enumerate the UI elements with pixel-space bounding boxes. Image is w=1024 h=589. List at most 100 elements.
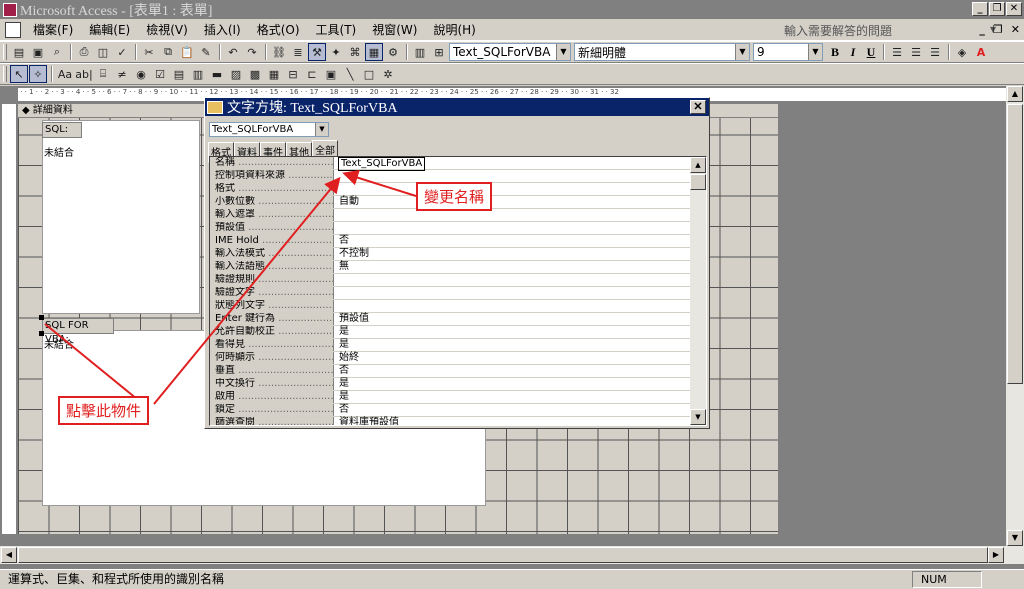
chevron-down-icon[interactable]: ▼ — [808, 44, 822, 60]
rectangle-tool-icon[interactable]: □ — [360, 65, 378, 83]
command-button-icon[interactable]: ▬ — [208, 65, 226, 83]
property-row[interactable]: 輸入法語態無 — [210, 261, 690, 274]
checkbox-tool-icon[interactable]: ☑ — [151, 65, 169, 83]
mdi-minimize-button[interactable]: _ — [979, 23, 985, 36]
property-value[interactable]: 自動 — [336, 196, 359, 208]
menu-help[interactable]: 說明(H) — [425, 21, 483, 38]
property-value[interactable]: 是 — [336, 326, 349, 338]
property-row[interactable]: 允許自動校正是 — [210, 326, 690, 339]
vertical-ruler[interactable] — [2, 104, 16, 534]
property-value[interactable]: 是 — [336, 391, 349, 403]
copy-icon[interactable]: ⧉ — [159, 43, 177, 61]
property-value[interactable]: 否 — [336, 365, 349, 377]
spelling-icon[interactable]: ✓ — [113, 43, 131, 61]
font-name-combo[interactable]: 新細明體 ▼ — [574, 43, 750, 61]
property-sheet-title-bar[interactable]: 文字方塊: Text_SQLForVBA ✕ — [205, 98, 709, 116]
property-value[interactable]: 始終 — [336, 352, 359, 364]
chevron-down-icon[interactable]: ▼ — [315, 123, 328, 136]
more-controls-icon[interactable]: ✲ — [379, 65, 397, 83]
undo-icon[interactable]: ↶ — [224, 43, 242, 61]
chevron-down-icon[interactable]: ▼ — [735, 44, 749, 60]
align-center-icon[interactable]: ☰ — [907, 43, 925, 61]
menu-file[interactable]: 檔案(F) — [25, 21, 81, 38]
access-app-icon[interactable] — [3, 2, 17, 17]
scroll-down-icon[interactable]: ▼ — [1007, 530, 1023, 546]
mdi-close-button[interactable]: ✕ — [1011, 23, 1020, 36]
chevron-down-icon[interactable]: ▼ — [556, 44, 570, 60]
close-button[interactable]: ✕ — [1006, 2, 1022, 16]
autoformat-icon[interactable]: ✦ — [327, 43, 345, 61]
database-window-icon[interactable]: ▥ — [411, 43, 429, 61]
toolbar-grip[interactable] — [3, 44, 7, 60]
hyperlink-icon[interactable]: ⛓ — [270, 43, 288, 61]
menu-format[interactable]: 格式(O) — [249, 21, 308, 38]
scroll-thumb[interactable] — [690, 174, 706, 190]
scroll-up-icon[interactable]: ▲ — [690, 157, 706, 173]
property-row[interactable]: Enter 鍵行為預設值 — [210, 313, 690, 326]
property-value[interactable]: 否 — [336, 404, 349, 416]
redo-icon[interactable]: ↷ — [243, 43, 261, 61]
page-break-icon[interactable]: ⊟ — [284, 65, 302, 83]
control-wizards-icon[interactable]: ✧ — [29, 65, 47, 83]
form-document-icon[interactable] — [5, 21, 21, 38]
print-preview-icon[interactable]: ◫ — [94, 43, 112, 61]
cut-icon[interactable]: ✂ — [140, 43, 158, 61]
tab-control-icon[interactable]: ⊏ — [303, 65, 321, 83]
property-row[interactable]: 驗證文字 — [210, 287, 690, 300]
property-row[interactable]: 何時顯示始終 — [210, 352, 690, 365]
underline-button[interactable]: U — [862, 43, 880, 61]
mdi-restore-button[interactable]: ❐ — [993, 23, 1003, 36]
property-row[interactable]: 預設值 — [210, 222, 690, 235]
bound-frame-icon[interactable]: ▦ — [265, 65, 283, 83]
sql-textbox[interactable]: 未結合 — [44, 144, 74, 159]
property-row[interactable]: 鎖定否 — [210, 404, 690, 417]
toolbox-icon[interactable]: ⚒ — [308, 43, 326, 61]
list-box-tool-icon[interactable]: ▥ — [189, 65, 207, 83]
search-icon[interactable]: ⌕ — [48, 43, 66, 61]
vertical-scrollbar[interactable]: ▲ ▼ — [1006, 86, 1024, 546]
menu-insert[interactable]: 插入(I) — [196, 21, 249, 38]
build-icon[interactable]: ⚙ — [384, 43, 402, 61]
property-row[interactable]: 啟用是 — [210, 391, 690, 404]
sql-for-vba-label[interactable]: SQL FOR VBA: — [42, 318, 114, 345]
align-right-icon[interactable]: ☰ — [926, 43, 944, 61]
save-icon[interactable]: ▣ — [29, 43, 47, 61]
property-scrollbar[interactable]: ▲ ▼ — [690, 157, 706, 425]
scroll-up-icon[interactable]: ▲ — [1007, 86, 1023, 102]
print-icon[interactable]: ⎙ — [75, 43, 93, 61]
menu-view[interactable]: 檢視(V) — [138, 21, 196, 38]
scroll-right-icon[interactable]: ▶ — [988, 547, 1004, 563]
sql-for-vba-textbox[interactable]: 未結合 — [44, 336, 74, 351]
new-object-icon[interactable]: ⊞ — [430, 43, 448, 61]
menu-window[interactable]: 視窗(W) — [364, 21, 425, 38]
select-objects-icon[interactable]: ↖ — [10, 65, 28, 83]
scroll-thumb[interactable] — [18, 547, 988, 563]
bold-button[interactable]: B — [826, 43, 844, 61]
property-value[interactable]: 無 — [336, 261, 349, 273]
property-row[interactable]: 輸入法模式不控制 — [210, 248, 690, 261]
property-value[interactable]: 是 — [336, 378, 349, 390]
menu-edit[interactable]: 編輯(E) — [81, 21, 138, 38]
font-color-icon[interactable]: A — [972, 43, 990, 61]
option-button-icon[interactable]: ◉ — [132, 65, 150, 83]
property-row[interactable]: IME Hold否 — [210, 235, 690, 248]
minimize-button[interactable]: _ — [972, 2, 988, 16]
property-row[interactable]: 名稱 Text_SQLForVBA — [210, 157, 690, 171]
property-value[interactable]: 是 — [336, 339, 349, 351]
scroll-left-icon[interactable]: ◀ — [1, 547, 17, 563]
menu-tools[interactable]: 工具(T) — [308, 21, 365, 38]
horizontal-scrollbar[interactable]: ◀ ▶ — [0, 546, 1024, 564]
toolbar-grip[interactable] — [3, 66, 7, 82]
resize-handle[interactable] — [39, 331, 44, 336]
property-object-select[interactable]: Text_SQLForVBA ▼ — [209, 122, 329, 137]
line-tool-icon[interactable]: ╲ — [341, 65, 359, 83]
property-row[interactable]: 驗證規則 — [210, 274, 690, 287]
subform-icon[interactable]: ▣ — [322, 65, 340, 83]
code-icon[interactable]: ⌘ — [346, 43, 364, 61]
fill-color-icon[interactable]: ◈ — [953, 43, 971, 61]
textbox-tool-icon[interactable]: ab| — [75, 65, 93, 83]
close-icon[interactable]: ✕ — [690, 100, 706, 114]
format-painter-icon[interactable]: ✎ — [197, 43, 215, 61]
object-select-combo[interactable]: Text_SQLForVBA ▼ — [449, 43, 571, 61]
image-tool-icon[interactable]: ▨ — [227, 65, 245, 83]
